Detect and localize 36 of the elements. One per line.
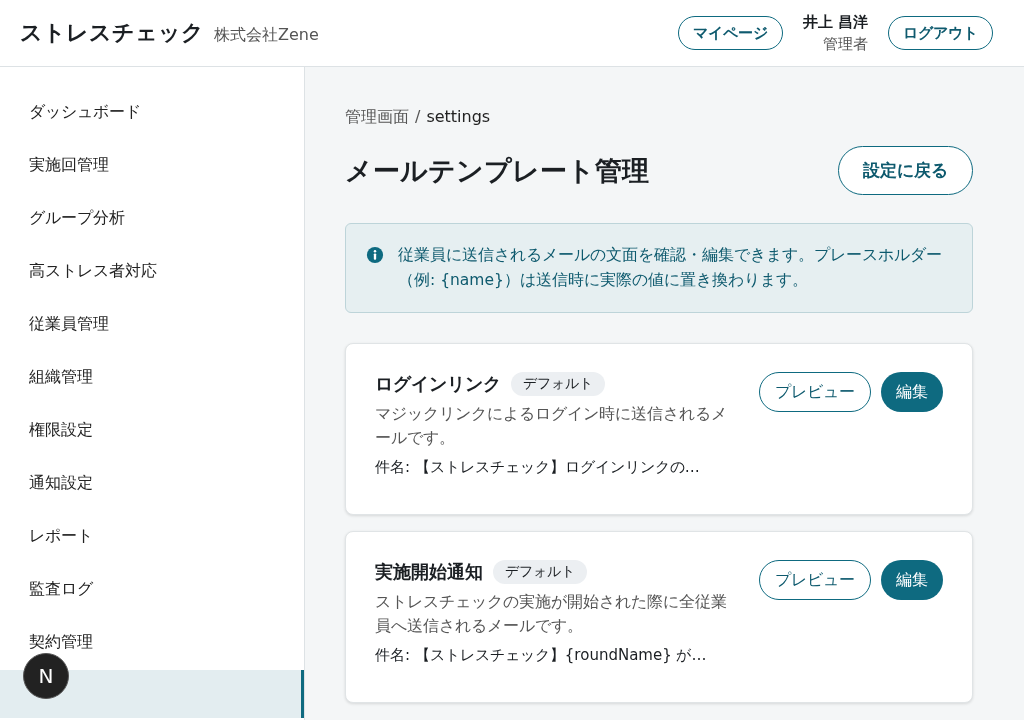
back-button[interactable]: 設定に戻る [838,146,973,195]
template-subject: 件名: 【ストレスチェック】ログインリンクの… [375,458,701,477]
nav-item[interactable]: 権限設定 [0,403,304,456]
user-role: 管理者 [823,34,868,55]
edit-button[interactable]: 編集 [881,372,943,412]
app-title: ストレスチェック [20,19,204,47]
nav-item[interactable]: 高ストレス者対応 [0,244,304,297]
page-title: メールテンプレート管理 [345,153,649,188]
template-name: 実施開始通知 [375,560,483,584]
nav-item[interactable]: レポート [0,509,304,562]
edit-button[interactable]: 編集 [881,560,943,600]
nav-item[interactable]: 従業員管理 [0,297,304,350]
breadcrumb-current: settings [426,107,491,128]
breadcrumb-separator: / [415,107,421,128]
info-icon [366,246,384,264]
template-name: ログインリンク [375,372,501,396]
info-text: 従業員に送信されるメールの文面を確認・編集できます。プレースホルダー（例: {name}）は送信時に実際の値に置き換わります。 [398,245,943,291]
logout-button[interactable]: ログアウト [888,16,993,50]
breadcrumb-link[interactable]: 管理画面 [345,107,409,128]
nav-item[interactable]: 監査ログ [0,562,304,615]
default-tag: デフォルト [511,372,605,396]
nav-item[interactable]: 通知設定 [0,456,304,509]
nav-item[interactable] [0,670,304,718]
default-tag: デフォルト [493,560,587,584]
preview-button[interactable]: プレビュー [759,372,871,412]
nav-item[interactable]: 組織管理 [0,350,304,403]
company-name: 株式会社Zene [214,25,319,46]
template-subject: 件名: 【ストレスチェック】{roundName} が… [375,646,708,665]
nav-item[interactable]: グループ分析 [0,191,304,244]
template-description: マジックリンクによるログイン時に送信されるメールです。 [375,404,727,449]
nav-item[interactable]: 実施回管理 [0,138,304,191]
template-description: ストレスチェックの実施が開始された際に全従業員へ送信されるメールです。 [375,592,727,637]
user-name: 井上 昌洋 [802,12,868,33]
preview-button[interactable]: プレビュー [759,560,871,600]
nav-item[interactable]: ダッシュボード [0,85,304,138]
mypage-button[interactable]: マイページ [677,16,783,50]
